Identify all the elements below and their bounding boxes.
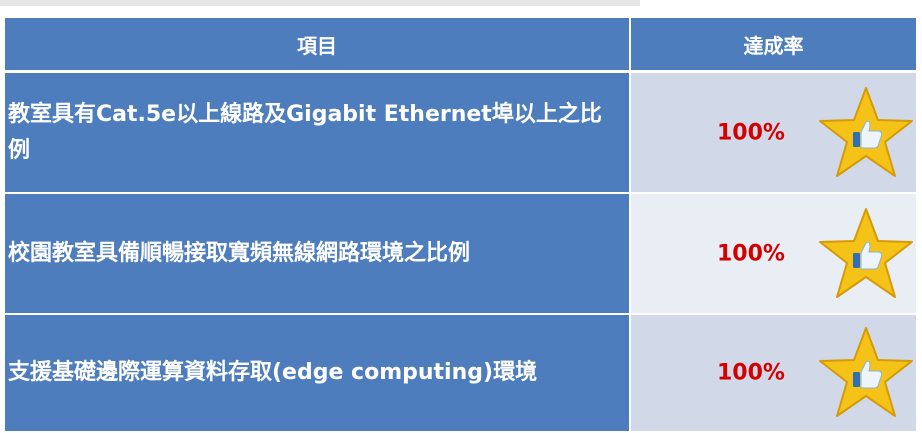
rate-value: 100% [717,360,785,386]
item-cell: 支援基礎邊際運算資料存取(edge computing)環境 [5,315,631,433]
star-thumbs-up-icon [816,84,916,182]
header-rate: 達成率 [631,18,916,73]
table-row: 校園教室具備順暢接取寬頻無線網路環境之比例 100% [5,194,916,315]
star-thumbs-up-icon [816,324,916,422]
item-cell: 教室具有Cat.5e以上線路及Gigabit Ethernet埠以上之比例 [5,73,631,194]
achievement-table: 項目 達成率 教室具有Cat.5e以上線路及Gigabit Ethernet埠以… [5,18,916,433]
table-row: 支援基礎邊際運算資料存取(edge computing)環境 100% [5,315,916,433]
top-divider [0,0,640,6]
rate-cell: 100% [631,315,916,433]
rate-cell: 100% [631,194,916,315]
table-row: 教室具有Cat.5e以上線路及Gigabit Ethernet埠以上之比例 10… [5,73,916,194]
header-item: 項目 [5,18,631,73]
item-cell: 校園教室具備順暢接取寬頻無線網路環境之比例 [5,194,631,315]
star-thumbs-up-icon [816,205,916,303]
table-header-row: 項目 達成率 [5,18,916,73]
rate-value: 100% [717,241,785,266]
rate-value: 100% [717,120,785,145]
rate-cell: 100% [631,73,916,194]
